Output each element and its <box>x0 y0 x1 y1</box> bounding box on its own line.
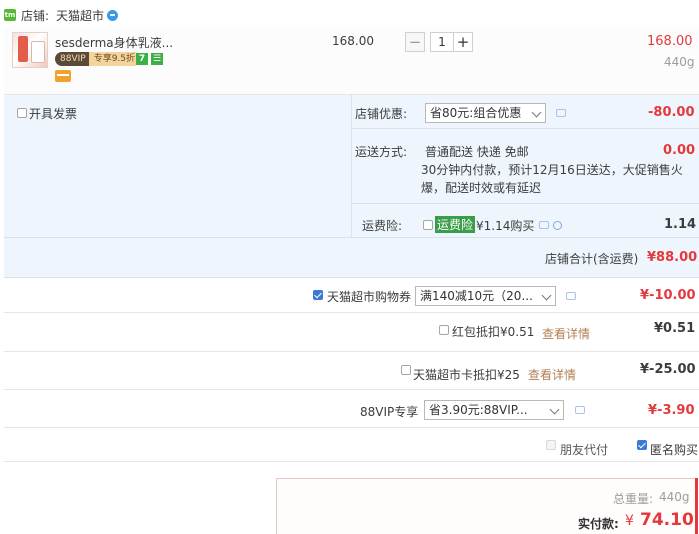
divider <box>351 203 699 204</box>
seven-day-return-icon: 7 <box>136 53 148 65</box>
shipping-method: 普通配送 快递 免邮 <box>425 145 529 159</box>
shipping-note-line1: 30分钟内付款，预计12月16日送达，大促销售火 <box>421 163 683 177</box>
divider <box>351 128 699 129</box>
tmall-shop-icon: tm <box>4 9 16 21</box>
coupon-amount: ¥-10.00 <box>640 288 696 303</box>
insurance-checkbox[interactable] <box>423 220 433 230</box>
vip-badge-right: 专享9.5折 <box>88 52 141 66</box>
red-packet-details-link[interactable]: 查看详情 <box>542 325 590 342</box>
friend-pay-checkbox[interactable] <box>546 440 556 450</box>
unit-price: 168.00 <box>332 34 374 48</box>
friend-pay-label: 朋友代付 <box>560 443 609 457</box>
tmall-card-details-link[interactable]: 查看详情 <box>528 366 576 383</box>
guarantee-icon: ☰ <box>151 53 163 65</box>
pay-amount-label: 实付款: <box>578 517 619 531</box>
message-icon[interactable] <box>566 292 576 300</box>
quantity-increase-button[interactable]: + <box>453 32 473 52</box>
red-packet-label: 红包抵扣¥0.51 <box>452 325 535 339</box>
summary-accent-bar <box>695 478 698 534</box>
red-packet-checkbox[interactable] <box>439 325 449 335</box>
divider <box>4 312 699 313</box>
shop-label: 店铺: <box>21 9 50 23</box>
vip88-option: 省3.90元:88VIP... <box>429 403 528 417</box>
message-icon[interactable] <box>556 109 566 117</box>
vip88-label: 88VIP专享 <box>360 405 419 419</box>
pay-amount: 74.10 <box>640 510 694 530</box>
insurance-label: 运费险: <box>362 219 403 233</box>
item-weight: 440g <box>664 55 695 69</box>
shop-discount-amount: -80.00 <box>648 105 695 120</box>
shop-discount-label: 店铺优惠: <box>355 107 408 121</box>
chevron-down-icon <box>541 290 552 301</box>
coupon-checkbox[interactable] <box>313 290 323 300</box>
divider <box>4 389 699 390</box>
chevron-down-icon <box>531 107 542 118</box>
insurance-amount: 1.14 <box>664 217 697 232</box>
panel-divider <box>351 95 352 237</box>
product-thumbnail[interactable] <box>12 32 48 68</box>
shop-total-label: 店铺合计(含运费) <box>545 252 639 266</box>
product-title-link[interactable]: sesderma身体乳液... <box>55 34 173 51</box>
quantity-input[interactable]: 1 <box>430 32 454 52</box>
invoice-label: 开具发票 <box>29 107 78 121</box>
message-icon[interactable] <box>539 221 549 229</box>
divider <box>4 351 699 352</box>
insurance-tag: 运费险 <box>435 216 476 233</box>
vip88-amount: ¥-3.90 <box>648 403 695 418</box>
coupon-select[interactable]: 满140减10元（20... <box>415 286 556 306</box>
coupon-option: 满140减10元（20... <box>420 289 533 303</box>
shop-name-link[interactable]: 天猫超市 <box>56 7 104 24</box>
chevron-down-icon <box>549 404 560 415</box>
shop-discount-option: 省80元:组合优惠 <box>430 106 522 120</box>
tmall-card-checkbox[interactable] <box>401 365 411 375</box>
vip-discount-badge: 88VIP 专享9.5折 <box>55 52 141 66</box>
shop-header: tm 店铺: 天猫超市 <box>0 0 699 30</box>
shop-total-amount: ¥88.00 <box>647 250 698 265</box>
shipping-amount: 0.00 <box>663 143 696 158</box>
red-packet-amount: ¥0.51 <box>654 321 696 336</box>
divider <box>4 461 699 462</box>
invoice-checkbox[interactable] <box>17 108 27 118</box>
item-subtotal: 168.00 <box>647 34 693 49</box>
chat-icon[interactable] <box>107 10 118 21</box>
tmall-card-label: 天猫超市卡抵扣¥25 <box>413 368 520 382</box>
anonymous-checkbox[interactable] <box>637 440 647 450</box>
vip88-select[interactable]: 省3.90元:88VIP... <box>424 400 564 420</box>
quantity-decrease-button[interactable]: − <box>405 32 425 52</box>
shop-discount-select[interactable]: 省80元:组合优惠 <box>425 103 546 123</box>
credit-card-icon <box>55 70 71 82</box>
total-weight: 440g <box>659 490 690 504</box>
coupon-label: 天猫超市购物券 <box>327 290 412 304</box>
cart-item-row: sesderma身体乳液... 88VIP 专享9.5折 7 ☰ 168.00 … <box>4 28 699 95</box>
shipping-note-line2: 爆，配送时效或有延迟 <box>421 181 542 195</box>
pay-currency: ¥ <box>625 513 634 529</box>
divider <box>4 237 699 238</box>
anonymous-label: 匿名购买 <box>650 443 699 457</box>
message-icon[interactable] <box>575 406 585 414</box>
insurance-price: ¥1.14购买 <box>476 219 535 233</box>
vip-badge-left: 88VIP <box>60 54 86 64</box>
shipping-label: 运送方式: <box>355 145 408 159</box>
total-weight-label: 总重量: <box>613 492 654 506</box>
help-icon[interactable] <box>553 221 562 230</box>
tmall-card-amount: ¥-25.00 <box>640 362 696 377</box>
divider <box>4 427 699 428</box>
